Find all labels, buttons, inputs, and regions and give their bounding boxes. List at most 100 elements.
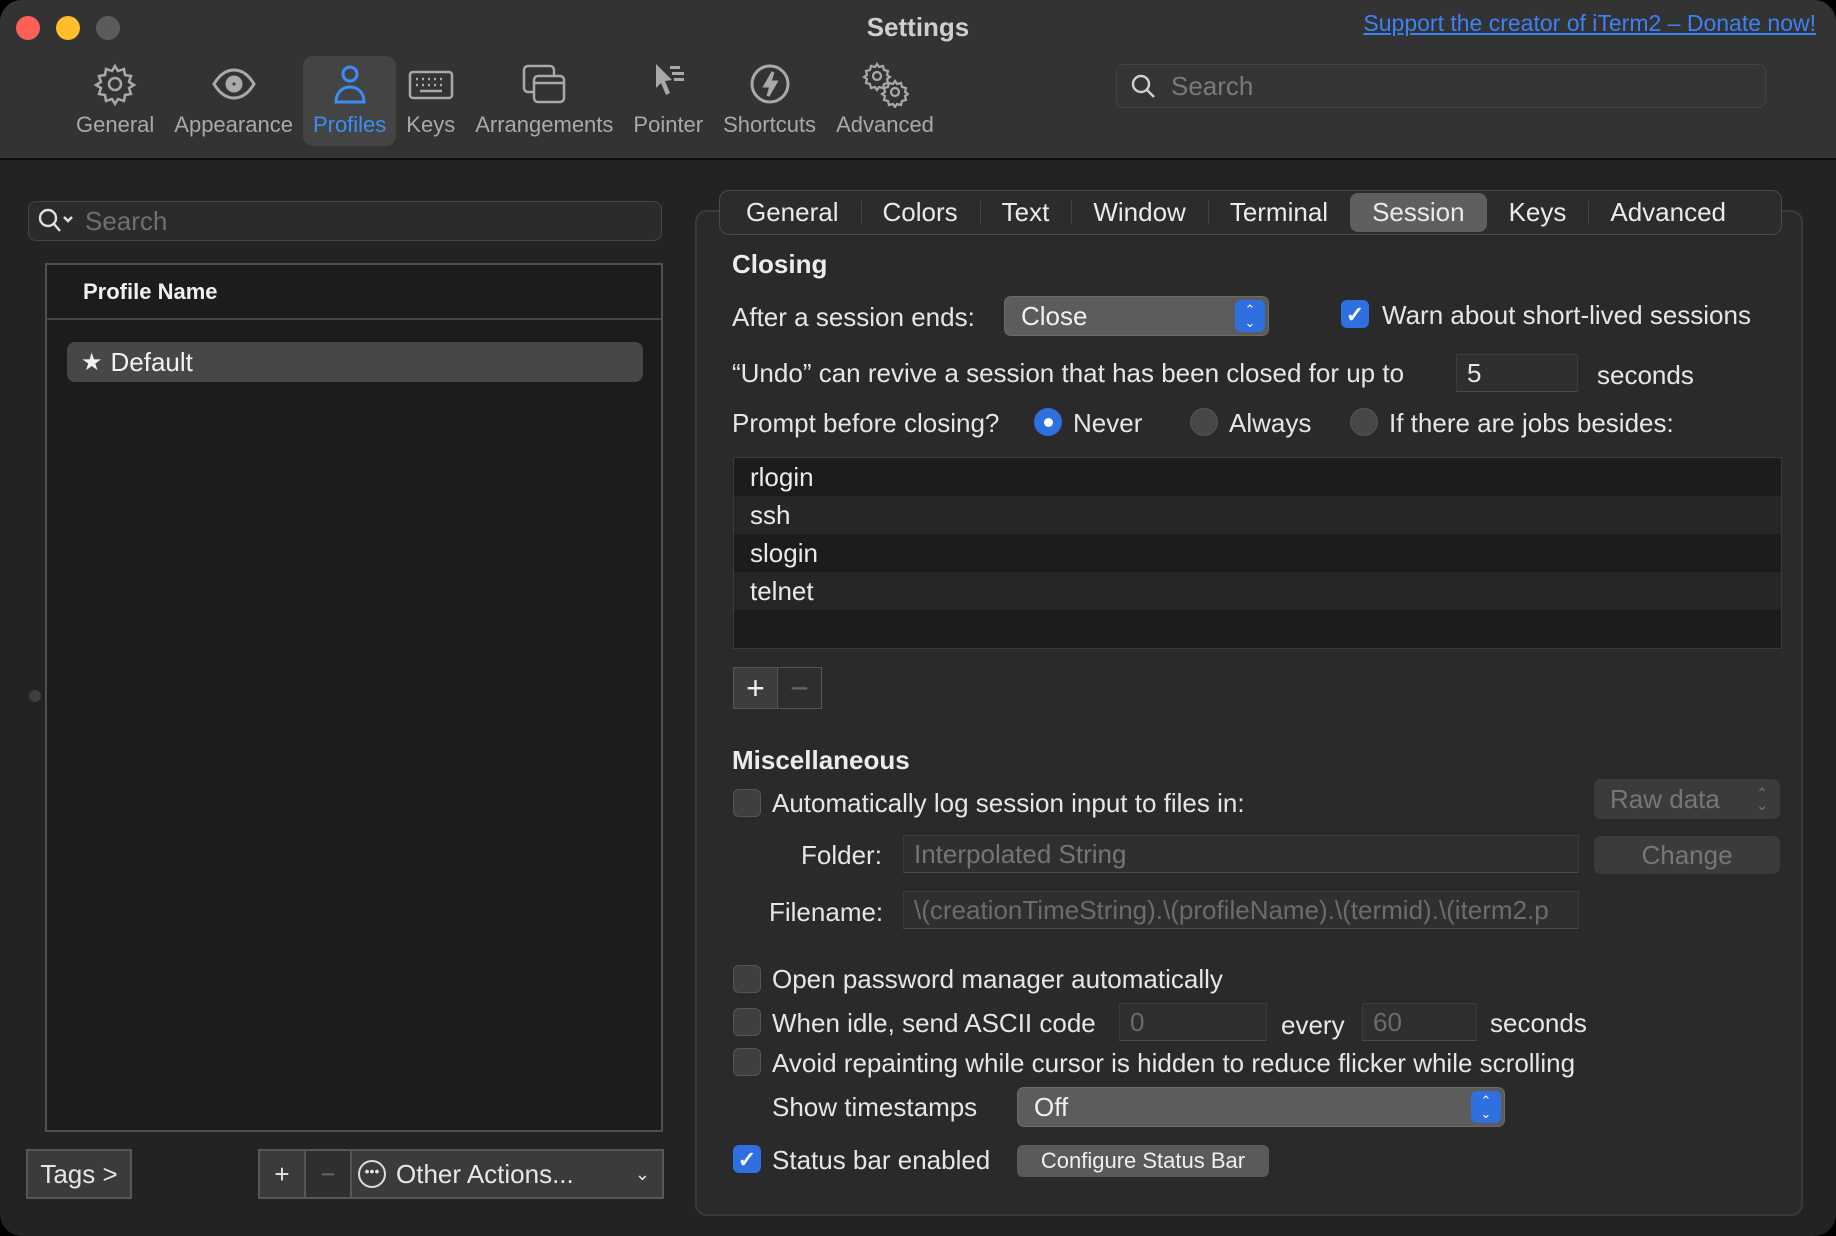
toolbar-pointer[interactable]: Pointer <box>623 56 713 146</box>
tab-session[interactable]: Session <box>1350 193 1487 232</box>
prompt-never-radio[interactable] <box>1034 408 1062 436</box>
folder-field[interactable] <box>903 835 1579 873</box>
status-bar-checkbox[interactable]: ✓ <box>733 1145 761 1173</box>
windows-icon <box>523 64 566 104</box>
idle-interval-field[interactable] <box>1362 1003 1477 1041</box>
bolt-icon <box>750 64 790 104</box>
idle-unit-label: seconds <box>1490 1008 1587 1038</box>
settings-search-input[interactable] <box>1171 70 1731 102</box>
tab-colors[interactable]: Colors <box>860 193 980 232</box>
idle-every-label: every <box>1281 1010 1345 1040</box>
toolbar-keys-label: Keys <box>406 112 456 137</box>
log-format-value: Raw data <box>1610 783 1720 814</box>
job-item[interactable]: ssh <box>734 496 1781 534</box>
settings-window: Settings Support the creator of iTerm2 –… <box>0 0 1836 1236</box>
status-bar-label: Status bar enabled <box>772 1145 991 1175</box>
donate-link[interactable]: Support the creator of iTerm2 – Donate n… <box>1363 10 1816 37</box>
warn-short-lived-checkbox[interactable]: ✓ <box>1341 300 1369 328</box>
tab-terminal[interactable]: Terminal <box>1207 193 1350 232</box>
remove-profile-button[interactable]: − <box>304 1149 352 1199</box>
updown-chevron-icon: ⌃ ⌄ <box>1756 785 1768 813</box>
undo-unit-label: seconds <box>1597 360 1694 390</box>
keyboard-icon <box>408 70 453 100</box>
add-profile-button[interactable]: + <box>258 1149 306 1199</box>
eye-icon <box>211 68 256 100</box>
folder-label: Folder: <box>801 840 882 870</box>
toolbar-arrangements-label: Arrangements <box>475 112 614 137</box>
profile-name: Default <box>110 346 193 377</box>
misc-section-title: Miscellaneous <box>732 745 910 775</box>
profile-list: Profile Name ★ Default <box>45 263 663 1132</box>
tags-button[interactable]: Tags > <box>26 1149 132 1199</box>
search-icon <box>1131 74 1155 98</box>
profile-tabs: General Colors Text Window Terminal Sess… <box>719 190 1782 235</box>
after-session-ends-label: After a session ends: <box>732 302 975 332</box>
chevron-down-icon: ⌄ <box>634 1163 650 1184</box>
toolbar-appearance-label: Appearance <box>174 112 293 137</box>
settings-search[interactable] <box>1116 64 1766 108</box>
prompt-never-label: Never <box>1073 408 1143 438</box>
undo-label: “Undo” can revive a session that has bee… <box>732 358 1405 388</box>
auto-log-label: Automatically log session input to files… <box>772 788 1245 818</box>
idle-ascii-checkbox[interactable] <box>733 1008 761 1036</box>
remove-job-button[interactable]: − <box>777 667 822 709</box>
toolbar-shortcuts-label: Shortcuts <box>723 112 817 137</box>
ellipsis-circle-icon: ••• <box>358 1160 386 1188</box>
profile-name-column-header[interactable]: Profile Name <box>47 265 661 320</box>
toolbar-appearance[interactable]: Appearance <box>164 56 303 146</box>
toolbar-advanced-label: Advanced <box>836 112 934 137</box>
show-timestamps-popup[interactable]: Off ⌃ ⌄ <box>1017 1087 1505 1127</box>
profile-search[interactable] <box>28 201 662 241</box>
other-actions-menu[interactable]: ••• Other Actions... ⌄ <box>350 1149 664 1199</box>
tab-advanced[interactable]: Advanced <box>1588 193 1748 232</box>
other-actions-label: Other Actions... <box>396 1158 574 1189</box>
toolbar-general[interactable]: General <box>66 56 164 146</box>
prompt-jobs-label: If there are jobs besides: <box>1389 408 1674 438</box>
toolbar-pointer-label: Pointer <box>633 112 704 137</box>
change-folder-button[interactable]: Change <box>1594 836 1780 874</box>
configure-status-bar-button[interactable]: Configure Status Bar <box>1017 1145 1269 1177</box>
tab-window[interactable]: Window <box>1071 193 1207 232</box>
split-view-handle[interactable] <box>29 690 41 702</box>
password-manager-label: Open password manager automatically <box>772 964 1223 994</box>
undo-seconds-field[interactable] <box>1456 354 1578 392</box>
settings-toolbar: General Appearance Profiles Keys Arrange… <box>66 56 944 146</box>
toolbar-profiles[interactable]: Profiles <box>302 56 397 146</box>
filename-field[interactable]: \(creationTimeString).\(profileName).\(t… <box>903 891 1579 929</box>
avoid-repaint-label: Avoid repainting while cursor is hidden … <box>772 1048 1576 1078</box>
idle-code-field[interactable] <box>1119 1003 1267 1041</box>
avoid-repaint-checkbox[interactable] <box>733 1048 761 1076</box>
after-session-ends-popup[interactable]: Close ⌃ ⌄ <box>1004 296 1269 336</box>
toolbar-general-label: General <box>76 112 155 137</box>
job-item[interactable]: slogin <box>734 534 1781 572</box>
prompt-jobs-radio[interactable] <box>1350 408 1378 436</box>
auto-log-checkbox[interactable] <box>733 789 761 817</box>
profile-row-default[interactable]: ★ Default <box>67 342 643 382</box>
star-icon: ★ <box>81 348 103 376</box>
tab-keys[interactable]: Keys <box>1487 193 1589 232</box>
job-item[interactable]: telnet <box>734 572 1781 610</box>
toolbar-shortcuts[interactable]: Shortcuts <box>713 56 826 146</box>
job-item[interactable]: rlogin <box>734 458 1781 496</box>
password-manager-checkbox[interactable] <box>733 965 761 993</box>
prompt-before-closing-label: Prompt before closing? <box>732 408 1000 438</box>
gear-icon <box>93 63 137 107</box>
toolbar-advanced[interactable]: Advanced <box>826 56 944 146</box>
profile-search-input[interactable] <box>85 205 645 237</box>
toolbar-keys[interactable]: Keys <box>396 56 465 146</box>
tab-general[interactable]: General <box>724 193 861 232</box>
after-session-ends-value: Close <box>1021 300 1088 331</box>
jobs-list: rlogin ssh slogin telnet <box>733 457 1782 649</box>
title-bar: Settings Support the creator of iTerm2 –… <box>0 0 1836 160</box>
idle-ascii-label: When idle, send ASCII code <box>772 1008 1096 1038</box>
toolbar-arrangements[interactable]: Arrangements <box>465 56 623 146</box>
warn-short-lived-label: Warn about short-lived sessions <box>1382 300 1751 330</box>
prompt-always-radio[interactable] <box>1190 408 1218 436</box>
person-icon <box>334 65 366 104</box>
log-format-popup[interactable]: Raw data ⌃ ⌄ <box>1594 779 1780 819</box>
add-job-button[interactable]: + <box>733 667 778 709</box>
filename-label: Filename: <box>769 897 884 927</box>
tab-text[interactable]: Text <box>979 193 1072 232</box>
updown-chevron-icon: ⌃ ⌄ <box>1471 1091 1501 1123</box>
search-menu-icon <box>38 208 73 232</box>
